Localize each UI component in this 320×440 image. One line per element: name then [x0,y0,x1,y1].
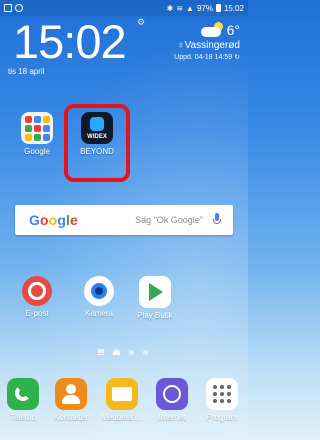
contacts-icon [55,378,87,410]
app-label: Play Butik [137,311,173,320]
phone-icon [7,378,39,410]
notification-icon [15,4,23,12]
dock-app-messages[interactable]: Meddelan... [95,378,149,422]
search-hint: Säg "Ok Google" [135,215,203,225]
clock-date: tis 18 april [8,67,45,76]
weather-location: ♀Vassingerød [177,40,240,51]
google-folder-icon [21,112,53,144]
clock-time[interactable]: 15:02 [13,14,127,70]
app-google-folder[interactable]: Google [10,112,64,156]
signal-icon: ▲ [186,3,194,13]
image-icon [4,4,12,12]
dock-app-programs[interactable]: Program [195,378,249,422]
messages-icon [106,378,138,410]
highlight-box [64,104,130,182]
app-label: Internet [158,413,186,422]
google-logo: Google [29,212,78,228]
app-label: Google [24,147,50,156]
refresh-icon[interactable]: ↻ [234,54,240,61]
bluetooth-icon: ✱ [166,3,174,13]
app-email[interactable]: E-post [10,276,64,318]
page-dot [143,349,148,355]
dock-app-phone[interactable]: Telefon [0,378,50,422]
battery-icon [215,4,221,12]
app-camera[interactable]: Kamera [72,276,126,318]
microphone-icon[interactable] [213,213,221,227]
internet-icon [156,378,188,410]
wifi-icon: ≋ [176,3,184,13]
home-page-icon [113,349,120,355]
email-icon [22,276,52,306]
app-label: Telefon [10,413,36,422]
status-time: 15:02 [223,3,244,13]
dock-app-internet[interactable]: Internet [145,378,199,422]
settings-icon[interactable]: ⚙ [137,17,145,28]
partly-cloudy-icon [200,22,225,38]
app-label: Program [206,413,238,422]
pages-menu-icon [98,349,104,355]
apps-icon [206,378,238,410]
play-store-icon [139,276,171,308]
app-label: Kamera [84,309,113,318]
battery-percent: 97% [196,3,213,13]
google-search-bar[interactable]: Google Säg "Ok Google" [15,205,233,235]
page-dot [129,349,134,355]
weather-temperature: 6° [226,22,240,38]
weather-widget[interactable]: 6° ♀Vassingerød Uppd. 04-18 14:59 ↻ [174,22,240,61]
page-indicator[interactable] [98,349,148,355]
dock-app-contacts[interactable]: Kontakter [44,378,98,422]
app-label: E-post [25,309,49,318]
app-label: Meddelan... [101,413,143,422]
camera-icon [84,276,114,306]
app-play-store[interactable]: Play Butik [128,276,182,320]
dock: Telefon Kontakter Meddelan... Internet P… [0,372,248,440]
app-label: Kontakter [53,413,89,422]
weather-updated: Uppd. 04-18 14:59 ↻ [174,54,240,61]
